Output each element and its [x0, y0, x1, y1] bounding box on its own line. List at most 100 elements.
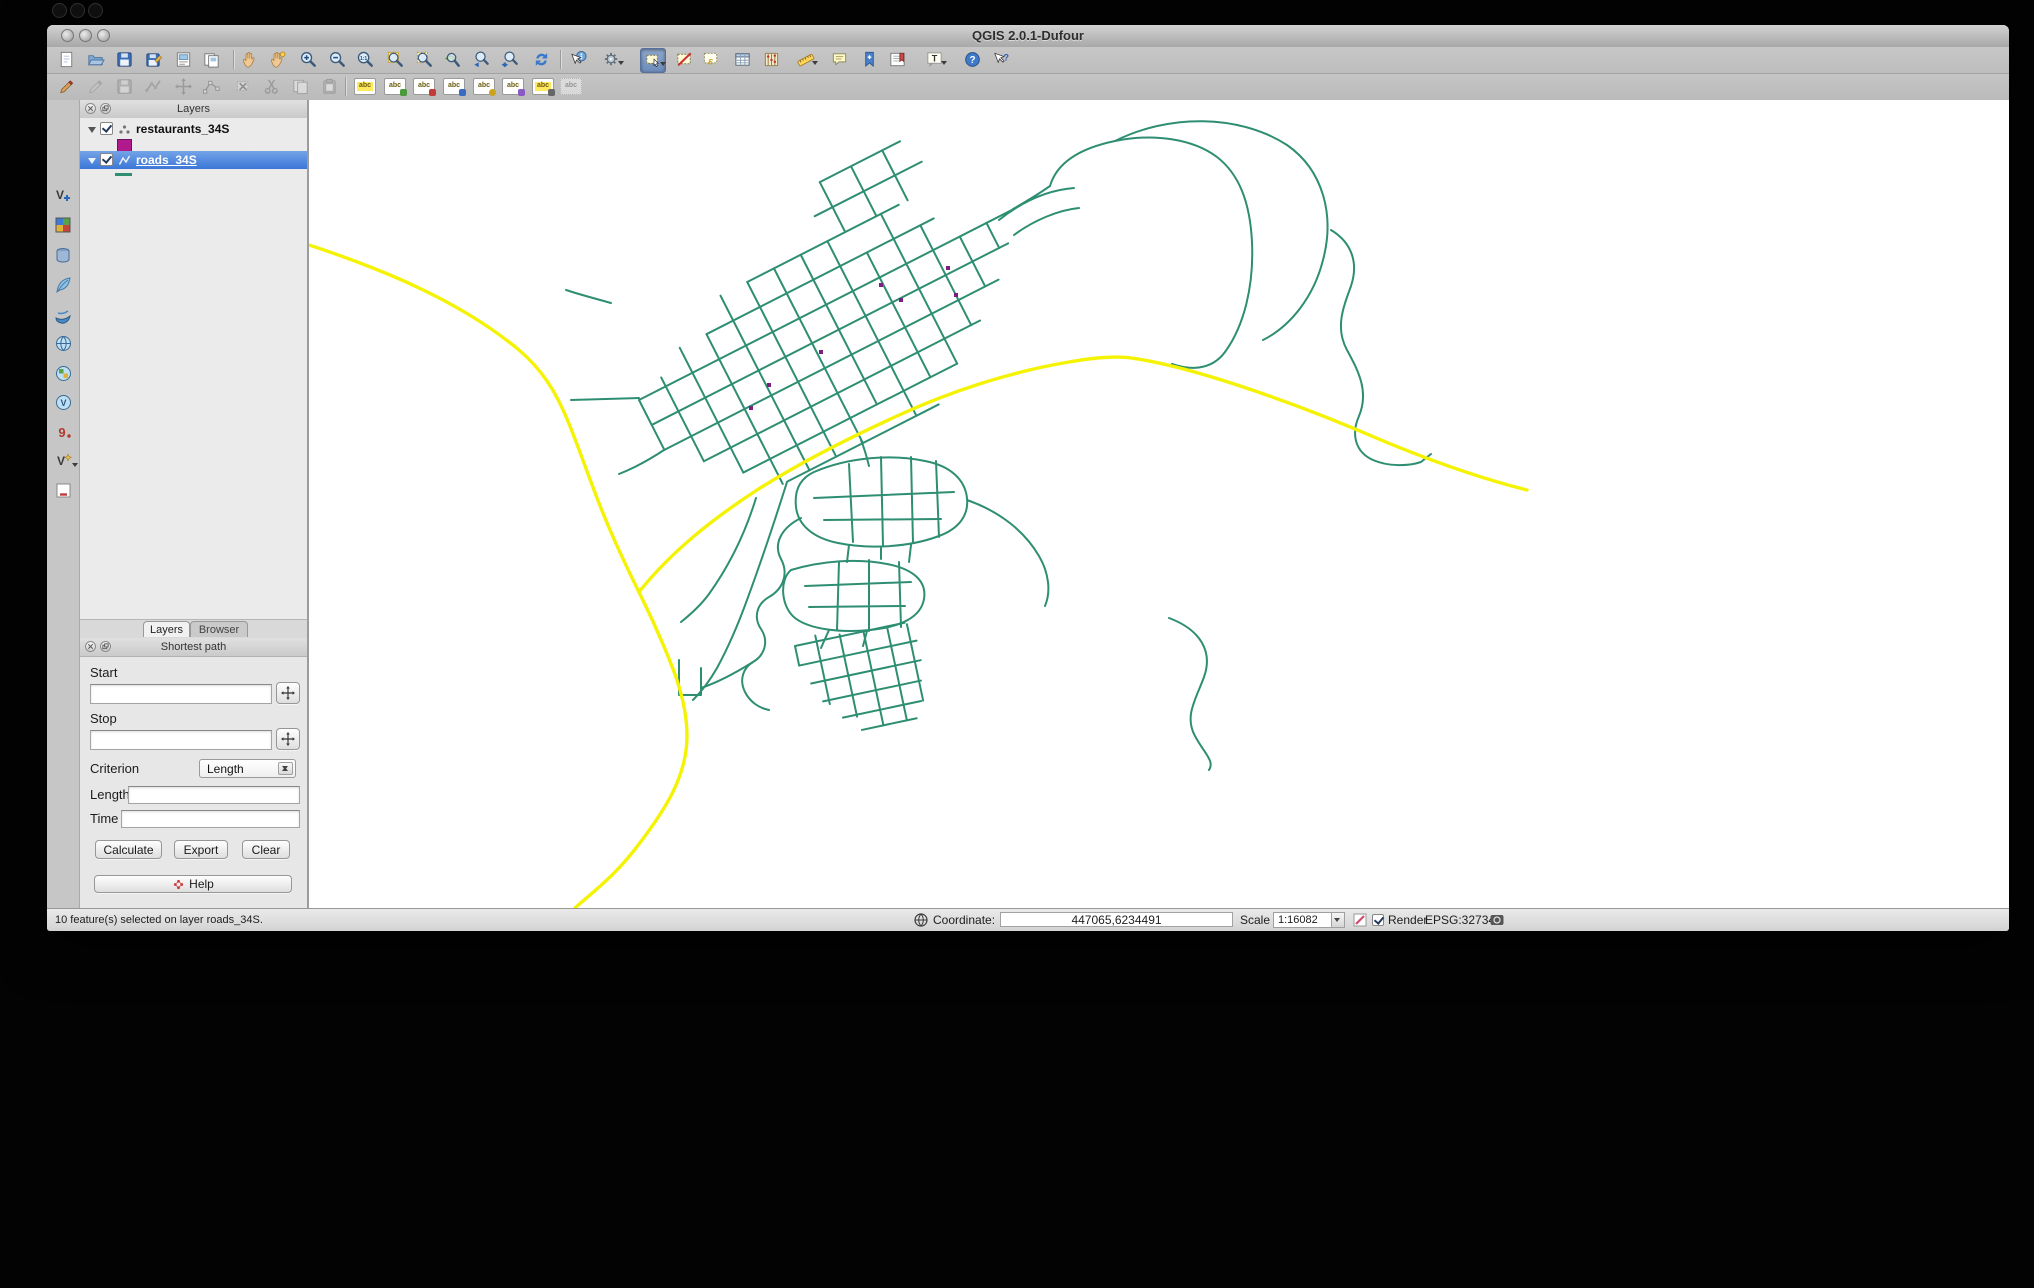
- zoom-in-button[interactable]: [296, 48, 320, 71]
- select-by-expression-button[interactable]: ε: [699, 48, 723, 71]
- export-button[interactable]: Export: [174, 840, 228, 859]
- save-project-as-button[interactable]: [141, 48, 165, 71]
- new-shapefile-layer-button[interactable]: V: [50, 447, 78, 473]
- zoom-actual-size-button[interactable]: 1:1: [353, 48, 377, 71]
- open-attribute-table-button[interactable]: [730, 48, 754, 71]
- capture-stop-point-button[interactable]: [276, 728, 300, 750]
- label-move-button[interactable]: abc: [442, 75, 466, 98]
- calculate-button[interactable]: Calculate: [95, 840, 162, 859]
- add-wfs-layer-button[interactable]: V: [50, 389, 77, 415]
- criterion-select[interactable]: Length: [199, 759, 296, 778]
- show-bookmarks-button[interactable]: [885, 48, 909, 71]
- add-raster-layer-icon: [55, 217, 71, 232]
- panel-float-button[interactable]: [100, 641, 111, 652]
- identify-features-button[interactable]: [566, 48, 590, 71]
- new-print-composer-button[interactable]: [171, 48, 195, 71]
- scale-combo[interactable]: 1:16082: [1273, 912, 1345, 928]
- zoom-next-button[interactable]: [498, 48, 522, 71]
- chevron-down-icon[interactable]: [1331, 913, 1344, 927]
- minimize-button[interactable]: [79, 29, 92, 42]
- help-button[interactable]: Help: [94, 875, 292, 893]
- layer-checkbox[interactable]: [100, 153, 113, 166]
- layer-checkbox[interactable]: [100, 122, 113, 135]
- node-tool-button[interactable]: [199, 75, 223, 98]
- measure-button[interactable]: [793, 48, 818, 71]
- run-feature-action-icon: [604, 52, 617, 66]
- time-input[interactable]: [121, 810, 300, 828]
- run-feature-action-button[interactable]: [599, 48, 624, 71]
- layer-label[interactable]: roads_34S: [136, 153, 197, 167]
- stop-input[interactable]: [90, 730, 272, 750]
- panel-close-button[interactable]: [85, 641, 96, 652]
- close-button[interactable]: [61, 29, 74, 42]
- label-pin-button[interactable]: abc: [559, 75, 583, 98]
- render-checkbox[interactable]: [1372, 914, 1384, 926]
- add-postgis-layer-button[interactable]: [50, 242, 77, 268]
- start-input[interactable]: [90, 684, 272, 704]
- refresh-map-button[interactable]: [529, 48, 553, 71]
- zoom-button[interactable]: [97, 29, 110, 42]
- crs-status-button[interactable]: [1489, 912, 1505, 928]
- label-change-button[interactable]: abc: [501, 75, 525, 98]
- capture-start-point-button[interactable]: [276, 682, 300, 704]
- zoom-full-extent-button[interactable]: [383, 48, 407, 71]
- layer-row-restaurants[interactable]: restaurants_34S: [80, 120, 307, 138]
- label-add-button[interactable]: abc: [383, 75, 407, 98]
- extents-toggle-button[interactable]: [913, 912, 929, 928]
- add-oracle-layer-button[interactable]: 9: [50, 419, 77, 445]
- text-annotation-button[interactable]: T: [922, 48, 947, 71]
- coordinate-field[interactable]: 447065,6234491: [1000, 912, 1233, 927]
- toggle-editing-button[interactable]: [83, 75, 107, 98]
- cut-features-button[interactable]: [259, 75, 283, 98]
- pan-to-selection-button[interactable]: [265, 48, 289, 71]
- open-project-button[interactable]: [83, 48, 107, 71]
- add-wms-layer-button[interactable]: [50, 330, 77, 356]
- field-calculator-button[interactable]: [759, 48, 783, 71]
- layer-label[interactable]: restaurants_34S: [136, 122, 229, 136]
- move-feature-button[interactable]: [171, 75, 195, 98]
- add-vector-layer-button[interactable]: V: [50, 182, 77, 208]
- composer-manager-button[interactable]: [199, 48, 223, 71]
- new-bookmark-button[interactable]: [857, 48, 881, 71]
- help-contents-button[interactable]: ?: [960, 48, 984, 71]
- layer-row-roads[interactable]: roads_34S: [80, 151, 307, 169]
- clear-button[interactable]: Clear: [242, 840, 290, 859]
- roads-symbol-swatch[interactable]: [115, 173, 132, 176]
- zoom-to-layer-button[interactable]: [440, 48, 464, 71]
- add-feature-button[interactable]: [141, 75, 165, 98]
- zoom-out-button[interactable]: [325, 48, 349, 71]
- length-input[interactable]: [128, 786, 300, 804]
- current-edits-button[interactable]: [54, 75, 78, 98]
- label-rotate-button[interactable]: abc: [472, 75, 496, 98]
- tab-layers[interactable]: Layers: [143, 621, 190, 637]
- deselect-all-button[interactable]: [672, 48, 696, 71]
- add-raster-layer-button[interactable]: [50, 212, 77, 238]
- add-wcs-layer-button[interactable]: [50, 360, 77, 386]
- remove-layer-button[interactable]: [50, 477, 77, 503]
- pan-map-button[interactable]: [237, 48, 261, 71]
- save-project-button[interactable]: [112, 48, 136, 71]
- panel-close-button[interactable]: [85, 103, 96, 114]
- whats-this-button[interactable]: ?: [989, 48, 1013, 71]
- panel-float-button[interactable]: [100, 103, 111, 114]
- zoom-to-selection-button[interactable]: [412, 48, 436, 71]
- copy-features-button[interactable]: [288, 75, 312, 98]
- delete-selected-button[interactable]: [231, 75, 255, 98]
- new-project-button[interactable]: [54, 48, 78, 71]
- expand-triangle-icon[interactable]: [88, 158, 96, 168]
- add-spatialite-layer-button[interactable]: [50, 272, 77, 298]
- expand-triangle-icon[interactable]: [88, 127, 96, 137]
- paste-features-button[interactable]: [317, 75, 341, 98]
- label-move-icon: abc: [443, 78, 466, 96]
- zoom-last-button[interactable]: [469, 48, 493, 71]
- label-settings-button[interactable]: abc: [353, 75, 377, 98]
- select-by-rectangle-button[interactable]: [640, 48, 666, 73]
- tab-browser[interactable]: Browser: [190, 621, 248, 637]
- map-tips-button[interactable]: [827, 48, 851, 71]
- label-remove-button[interactable]: abc: [412, 75, 436, 98]
- label-properties-button[interactable]: abc: [531, 75, 555, 98]
- stop-rendering-button[interactable]: [1352, 912, 1368, 928]
- add-mssql-layer-button[interactable]: [50, 302, 77, 328]
- save-layer-edits-button[interactable]: [112, 75, 136, 98]
- map-canvas[interactable]: [308, 100, 2009, 908]
